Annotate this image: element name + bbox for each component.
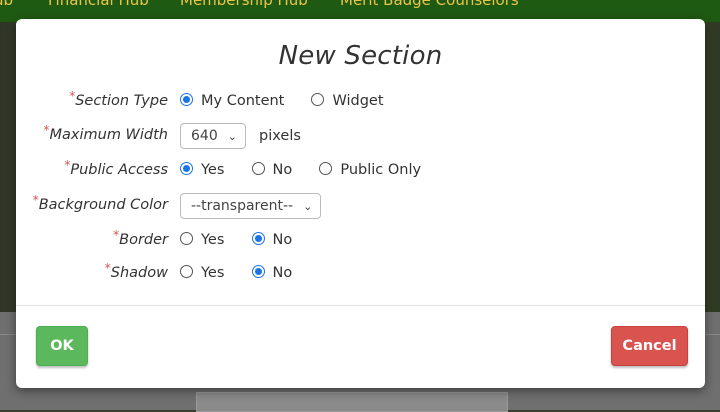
radio-unchecked-icon[interactable] bbox=[180, 264, 193, 278]
radio-unchecked-icon[interactable] bbox=[180, 231, 193, 245]
background-color-row: *Background Color --transparent-- ⌄ bbox=[16, 193, 705, 219]
nav-item-hub[interactable]: ub bbox=[0, 0, 13, 9]
pixels-unit-label: pixels bbox=[259, 128, 301, 144]
public-access-yes-option[interactable]: Yes bbox=[180, 158, 224, 182]
section-type-label: *Section Type bbox=[69, 89, 168, 109]
maximum-width-label: *Maximum Width bbox=[43, 123, 169, 143]
ok-button[interactable]: OK bbox=[36, 326, 88, 366]
nav-item-financial-hub[interactable]: Financial Hub bbox=[48, 0, 149, 9]
border-yes-option[interactable]: Yes bbox=[180, 228, 224, 252]
nav-item-merit-badge-counselors[interactable]: Merit Badge Counselors bbox=[340, 0, 519, 9]
new-section-dialog: New Section *Section Type My Content Wid… bbox=[16, 19, 705, 388]
footer-divider bbox=[16, 305, 705, 306]
shadow-yes-option[interactable]: Yes bbox=[180, 261, 224, 285]
border-row: *Border Yes No bbox=[16, 228, 705, 252]
background-color-label: *Background Color bbox=[32, 193, 168, 213]
background-panel bbox=[196, 392, 508, 412]
section-type-my-content-option[interactable]: My Content bbox=[180, 89, 284, 113]
dialog-title: New Section bbox=[278, 41, 443, 71]
radio-checked-icon[interactable] bbox=[180, 161, 193, 175]
maximum-width-select[interactable]: 640 ⌄ bbox=[180, 123, 246, 149]
border-label: *Border bbox=[113, 228, 168, 248]
radio-unchecked-icon[interactable] bbox=[311, 92, 325, 106]
public-access-row: *Public Access Yes No Public Only bbox=[16, 158, 705, 182]
radio-checked-icon[interactable] bbox=[251, 264, 265, 278]
required-marker: * bbox=[69, 89, 76, 103]
maximum-width-row: *Maximum Width 640 ⌄ pixels bbox=[16, 123, 705, 149]
border-no-option[interactable]: No bbox=[251, 228, 292, 252]
section-type-widget-option[interactable]: Widget bbox=[311, 89, 384, 113]
chevron-down-icon: ⌄ bbox=[303, 200, 313, 213]
radio-unchecked-icon[interactable] bbox=[251, 161, 265, 175]
radio-checked-icon[interactable] bbox=[180, 92, 193, 106]
public-access-public-only-option[interactable]: Public Only bbox=[319, 158, 421, 182]
shadow-no-option[interactable]: No bbox=[251, 261, 292, 285]
radio-checked-icon[interactable] bbox=[251, 231, 265, 245]
background-color-select[interactable]: --transparent-- ⌄ bbox=[180, 193, 322, 219]
shadow-row: *Shadow Yes No bbox=[16, 261, 705, 285]
required-marker: * bbox=[113, 228, 120, 242]
shadow-label: *Shadow bbox=[104, 261, 168, 281]
radio-unchecked-icon[interactable] bbox=[319, 161, 333, 175]
public-access-label: *Public Access bbox=[64, 158, 168, 178]
chevron-down-icon: ⌄ bbox=[227, 130, 237, 143]
nav-item-membership-hub[interactable]: Membership Hub bbox=[180, 0, 308, 9]
required-marker: * bbox=[43, 123, 50, 137]
cancel-button[interactable]: Cancel bbox=[611, 326, 688, 366]
required-marker: * bbox=[32, 193, 39, 207]
required-marker: * bbox=[104, 261, 111, 275]
section-type-row: *Section Type My Content Widget bbox=[16, 89, 705, 113]
required-marker: * bbox=[64, 158, 71, 172]
public-access-no-option[interactable]: No bbox=[251, 158, 292, 182]
